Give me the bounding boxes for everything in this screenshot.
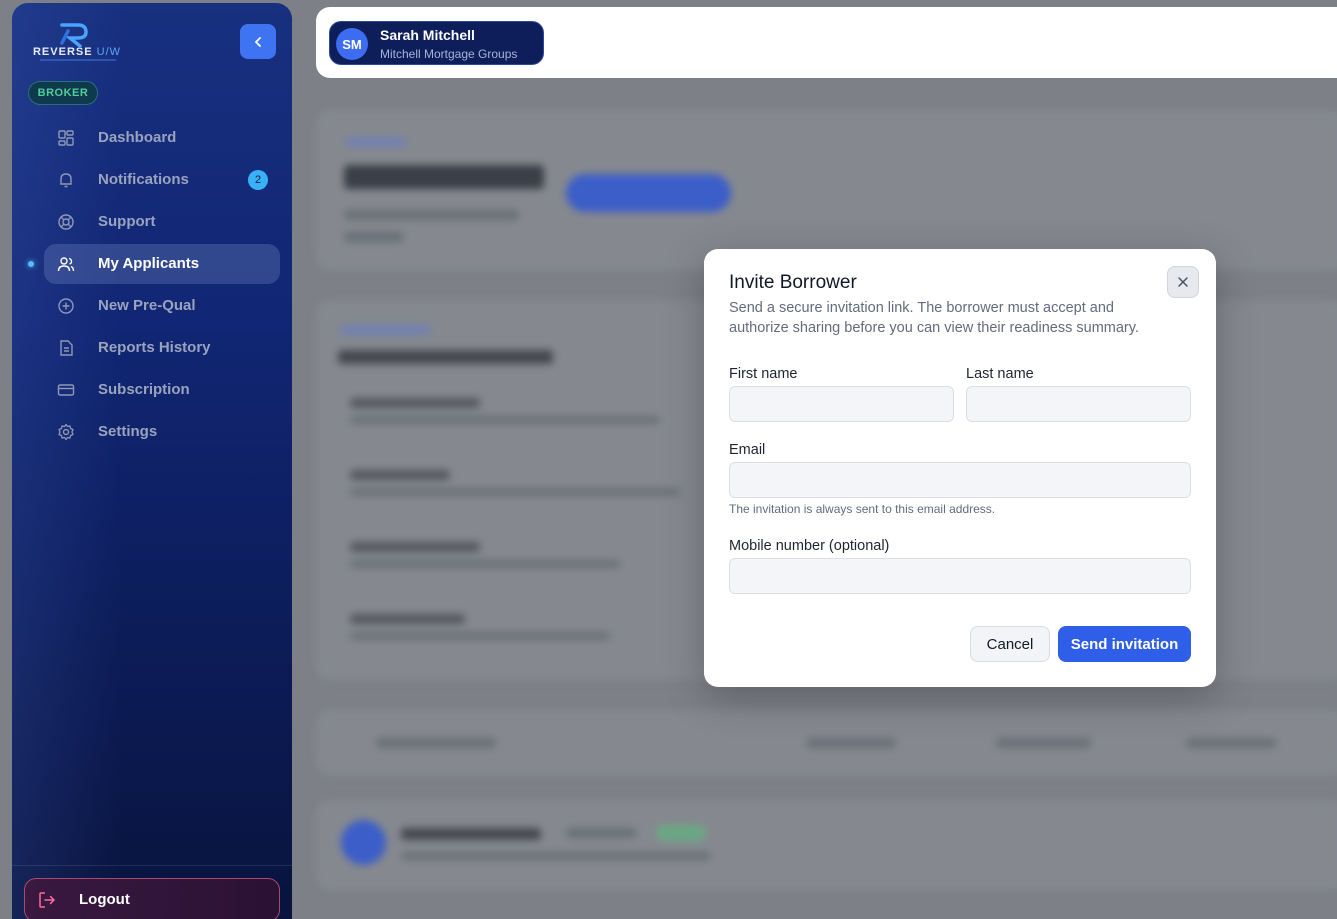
placeholder-bar bbox=[344, 210, 519, 220]
placeholder-bar bbox=[566, 828, 636, 838]
email-hint: The invitation is always sent to this em… bbox=[729, 502, 996, 516]
placeholder-bar bbox=[344, 232, 404, 242]
collapse-sidebar-button[interactable] bbox=[240, 24, 276, 59]
placeholder-bar bbox=[350, 560, 620, 568]
sidebar-item-label: Subscription bbox=[98, 381, 190, 398]
sidebar-item-label: Dashboard bbox=[98, 129, 177, 146]
plus-circle-icon bbox=[56, 296, 76, 316]
sidebar-item-label: Reports History bbox=[98, 339, 211, 356]
send-invitation-button[interactable]: Send invitation bbox=[1058, 626, 1191, 662]
filter-bar bbox=[316, 710, 1337, 775]
sidebar-item-my-applicants[interactable]: My Applicants bbox=[44, 244, 280, 284]
first-name-input[interactable] bbox=[729, 386, 954, 422]
logo-icon bbox=[60, 23, 88, 47]
users-icon bbox=[56, 254, 76, 274]
mobile-input[interactable] bbox=[729, 558, 1191, 594]
role-badge: BROKER bbox=[28, 81, 98, 105]
credit-card-icon bbox=[56, 380, 76, 400]
sidebar-item-reports-history[interactable]: Reports History bbox=[44, 328, 280, 368]
logout-button[interactable]: Logout bbox=[24, 878, 280, 919]
sidebar-item-subscription[interactable]: Subscription bbox=[44, 370, 280, 410]
avatar: SM bbox=[336, 28, 368, 60]
placeholder-bar bbox=[996, 738, 1091, 748]
dashboard-icon bbox=[56, 128, 76, 148]
placeholder-bar bbox=[338, 350, 553, 364]
placeholder-bar bbox=[350, 470, 450, 480]
sidebar-item-label: New Pre-Qual bbox=[98, 297, 196, 314]
sidebar-item-label: My Applicants bbox=[98, 255, 200, 272]
first-name-label: First name bbox=[729, 366, 798, 382]
page-header-card bbox=[316, 110, 1337, 270]
placeholder-bar bbox=[350, 416, 660, 424]
user-name: Sarah Mitchell bbox=[380, 27, 475, 43]
applicant-row bbox=[316, 800, 1337, 890]
logo-text: REVERSE U/W bbox=[32, 46, 122, 58]
email-input[interactable] bbox=[729, 462, 1191, 498]
sidebar: REVERSE U/W BROKER Dashboard Notificatio… bbox=[12, 3, 292, 919]
placeholder-bar bbox=[350, 632, 610, 640]
placeholder-bar bbox=[656, 825, 706, 841]
app-logo[interactable]: REVERSE U/W bbox=[32, 21, 122, 65]
placeholder-bar bbox=[350, 398, 480, 408]
chevron-left-icon bbox=[254, 36, 261, 47]
logo-underline bbox=[40, 59, 116, 61]
top-header: SM Sarah Mitchell Mitchell Mortgage Grou… bbox=[316, 7, 1337, 78]
placeholder-bar bbox=[350, 614, 465, 624]
placeholder-bar bbox=[806, 738, 896, 748]
placeholder-bar bbox=[340, 326, 430, 334]
placeholder-bar bbox=[350, 488, 680, 496]
placeholder-bar bbox=[346, 138, 406, 146]
user-organization: Mitchell Mortgage Groups bbox=[380, 47, 518, 61]
sidebar-item-settings[interactable]: Settings bbox=[44, 412, 280, 452]
document-icon bbox=[56, 338, 76, 358]
gear-icon bbox=[56, 422, 76, 442]
placeholder-bar bbox=[1186, 738, 1276, 748]
sidebar-item-dashboard[interactable]: Dashboard bbox=[44, 118, 280, 158]
logout-label: Logout bbox=[79, 891, 130, 908]
modal-title: Invite Borrower bbox=[729, 272, 857, 293]
placeholder-bar bbox=[401, 852, 711, 860]
lifebuoy-icon bbox=[56, 212, 76, 232]
sidebar-item-label: Support bbox=[98, 213, 156, 230]
close-icon bbox=[1178, 277, 1188, 287]
sidebar-item-notifications[interactable]: Notifications 2 bbox=[44, 160, 280, 200]
email-label: Email bbox=[729, 442, 766, 458]
placeholder-bar bbox=[566, 174, 731, 212]
modal-description: Send a secure invitation link. The borro… bbox=[729, 300, 1139, 336]
notification-count-badge: 2 bbox=[248, 170, 268, 190]
placeholder-avatar bbox=[341, 820, 386, 865]
last-name-input[interactable] bbox=[966, 386, 1191, 422]
user-profile-chip[interactable]: SM Sarah Mitchell Mitchell Mortgage Grou… bbox=[329, 21, 544, 65]
logout-icon bbox=[37, 890, 57, 915]
sidebar-item-label: Notifications bbox=[98, 171, 189, 188]
cancel-button[interactable]: Cancel bbox=[970, 626, 1050, 662]
sidebar-divider bbox=[12, 865, 292, 866]
close-button[interactable] bbox=[1167, 266, 1199, 298]
last-name-label: Last name bbox=[966, 366, 1034, 382]
bell-icon bbox=[56, 170, 76, 190]
sidebar-item-support[interactable]: Support bbox=[44, 202, 280, 242]
placeholder-bar bbox=[350, 542, 480, 552]
placeholder-bar bbox=[344, 165, 544, 189]
placeholder-bar bbox=[401, 828, 541, 840]
mobile-label: Mobile number (optional) bbox=[729, 538, 890, 554]
sidebar-item-new-pre-qual[interactable]: New Pre-Qual bbox=[44, 286, 280, 326]
placeholder-bar bbox=[376, 738, 496, 748]
sidebar-item-label: Settings bbox=[98, 423, 158, 440]
active-indicator bbox=[28, 261, 34, 267]
invite-borrower-modal: Invite Borrower Send a secure invitation… bbox=[704, 249, 1216, 687]
